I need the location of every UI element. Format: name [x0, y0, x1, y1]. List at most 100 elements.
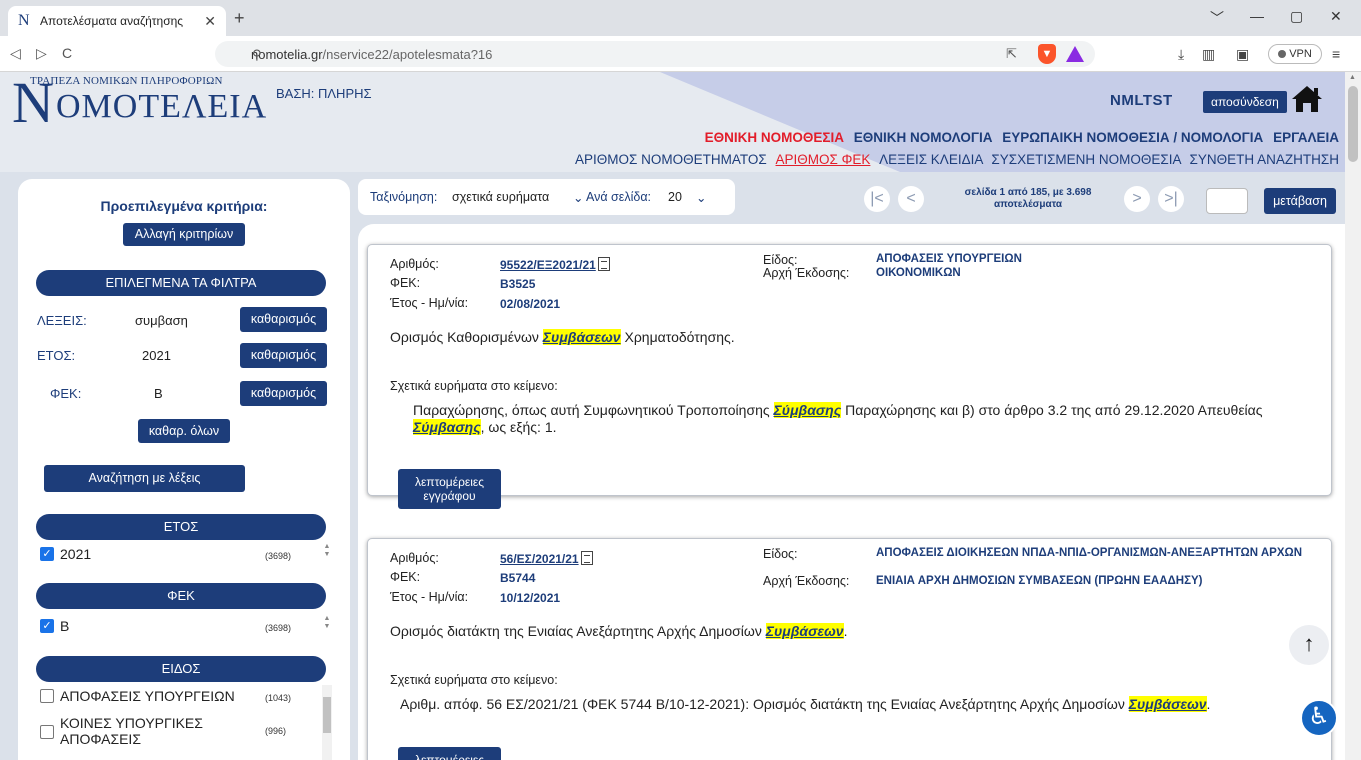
clear-fek-button[interactable]: καθαρισμός	[240, 381, 327, 406]
document-number-link[interactable]: 95522/ΕΞ2021/21	[500, 257, 610, 272]
subnav-keywords[interactable]: ΛΕΞΕΙΣ ΚΛΕΙΔΙΑ	[879, 152, 982, 167]
type-facet-scrollbar[interactable]	[322, 685, 332, 760]
minimize-icon[interactable]: —	[1250, 8, 1264, 24]
close-window-icon[interactable]: ✕	[1330, 8, 1342, 25]
fek-facet-count: (3698)	[265, 623, 292, 633]
result-card: Αριθμός: 56/ΕΣ/2021/21 ΦΕΚ: Β5744 Έτος -…	[367, 538, 1332, 760]
close-tab-icon[interactable]: ✕	[204, 13, 216, 30]
site-favicon: N	[18, 12, 30, 29]
url-host: nomotelia.gr	[251, 46, 323, 62]
change-criteria-button[interactable]: Αλλαγή κριτηρίων	[123, 223, 245, 246]
nav-national-legislation[interactable]: ΕΘΝΙΚΗ ΝΟΜΟΘΕΣΙΑ	[705, 130, 844, 145]
prev-page-icon[interactable]: <	[898, 186, 924, 212]
home-icon[interactable]	[1290, 84, 1324, 117]
scroll-to-top-button[interactable]: ↑	[1289, 625, 1329, 665]
type-checkbox[interactable]	[40, 689, 54, 703]
share-icon[interactable]: ⇱	[1006, 46, 1017, 62]
issuer-value: ΟΙΚΟΝΟΜΙΚΩΝ	[876, 267, 961, 279]
type-facet-count: (996)	[265, 726, 287, 736]
last-page-icon[interactable]: >|	[1158, 186, 1184, 212]
page-number-input[interactable]	[1206, 188, 1248, 214]
type-facet-item[interactable]: ΚΟΙΝΕΣ ΥΠΟΥΡΓΙΚΕΣ ΑΠΟΦΑΣΕΙΣ	[40, 715, 240, 747]
fek-facet-item[interactable]: ✓ Β	[40, 618, 69, 634]
browser-tab[interactable]: N Αποτελέσματα αναζήτησης ✕	[8, 6, 226, 36]
reload-icon[interactable]: C	[62, 45, 72, 61]
year-checkbox[interactable]: ✓	[40, 547, 54, 561]
issuer-label: Αρχή Έκδοσης:	[763, 266, 850, 280]
filter-panel: Προεπιλεγμένα κριτήρια: Αλλαγή κριτηρίων…	[18, 179, 350, 760]
document-icon[interactable]	[597, 257, 610, 271]
goto-page-button[interactable]: μετάβαση	[1264, 188, 1336, 214]
tab-list-icon[interactable]: ﹀	[1210, 8, 1224, 28]
username: NMLTST	[1110, 92, 1173, 109]
main-nav: ΕΘΝΙΚΗ ΝΟΜΟΘΕΣΙΑ ΕΘΝΙΚΗ ΝΟΜΟΛΟΓΙΑ ΕΥΡΩΠΑ…	[699, 130, 1339, 145]
document-number-link[interactable]: 56/ΕΣ/2021/21	[500, 551, 593, 566]
nav-national-case-law[interactable]: ΕΘΝΙΚΗ ΝΟΜΟΛΟΓΙΑ	[854, 130, 993, 145]
year-scroll-arrows[interactable]: ▲ ▼	[323, 543, 331, 559]
logout-button[interactable]: αποσύνδεση	[1203, 91, 1287, 113]
site-info-icon[interactable]: ⚲	[252, 47, 262, 63]
type-checkbox[interactable]	[40, 725, 54, 739]
document-details-button[interactable]: λεπτομέρειες	[398, 747, 501, 760]
download-icon[interactable]: ⤓	[1178, 46, 1184, 63]
menu-icon[interactable]: ≡	[1332, 46, 1340, 62]
fek-facet-header: ΦΕΚ	[36, 583, 326, 609]
sidebar-icon[interactable]: ▥	[1202, 46, 1215, 63]
first-page-icon[interactable]: |<	[864, 186, 890, 212]
date-label: Έτος - Ημ/νία:	[390, 296, 469, 310]
chevron-down-icon[interactable]: ⌄	[573, 190, 583, 205]
number-label: Αριθμός:	[390, 257, 439, 271]
page-scrollbar[interactable]: ▲	[1345, 72, 1361, 760]
new-tab-icon[interactable]: +	[234, 8, 245, 29]
subnav-advanced-search[interactable]: ΣΥΝΘΕΤΗ ΑΝΑΖΗΤΗΣΗ	[1190, 152, 1339, 167]
document-details-button[interactable]: λεπτομέρειες εγγράφου	[398, 469, 501, 509]
per-page-select[interactable]: 20	[668, 190, 682, 204]
tab-title: Αποτελέσματα αναζήτησης	[40, 14, 184, 28]
search-with-words-button[interactable]: Αναζήτηση με λέξεις	[44, 465, 245, 492]
nav-european-legislation[interactable]: ΕΥΡΩΠΑΙΚΗ ΝΟΜΟΘΕΣΙΑ / ΝΟΜΟΛΟΓΙΑ	[1002, 130, 1263, 145]
vpn-status-icon	[1278, 50, 1287, 58]
subnav-law-number[interactable]: ΑΡΙΘΜΟΣ ΝΟΜΟΘΕΤΗΜΑΤΟΣ	[575, 152, 767, 167]
fek-checkbox[interactable]: ✓	[40, 619, 54, 633]
fek-scroll-arrows[interactable]: ▲ ▼	[323, 615, 331, 631]
brave-shield-icon[interactable]: ▼	[1038, 44, 1056, 64]
accessibility-icon[interactable]: ♿	[1300, 699, 1338, 737]
document-title: Ορισμός Καθορισμένων Συμβάσεων Χρηματοδό…	[390, 329, 735, 345]
sort-select[interactable]: σχετικά ευρήματα	[452, 190, 549, 204]
clear-words-button[interactable]: καθαρισμός	[240, 307, 327, 332]
related-snippet: Παραχώρησης, όπως αυτή Συμφωνητικού Τροπ…	[413, 402, 1263, 435]
back-icon[interactable]: ◁	[10, 45, 21, 62]
filter-words-value: συμβαση	[135, 313, 188, 328]
vpn-label: VPN	[1289, 48, 1312, 60]
subnav-fek-number[interactable]: ΑΡΙΘΜΟΣ ΦΕΚ	[776, 152, 871, 167]
logo-wordmark: ΟΜΟΤΕΛΕΙΑ	[56, 88, 268, 125]
type-label: Είδος:	[763, 547, 798, 561]
clear-year-button[interactable]: καθαρισμός	[240, 343, 327, 368]
year-facet-label: 2021	[60, 546, 92, 562]
filter-year-label: ΕΤΟΣ:	[37, 348, 76, 363]
type-facet-label: ΑΠΟΦΑΣΕΙΣ ΥΠΟΥΡΓΕΙΩΝ	[60, 688, 235, 704]
url-field[interactable]: nomotelia.gr/nservice22/apotelesmata?16	[215, 41, 1095, 67]
sub-nav: ΑΡΙΘΜΟΣ ΝΟΜΟΘΕΤΗΜΑΤΟΣ ΑΡΙΘΜΟΣ ΦΕΚ ΛΕΞΕΙΣ…	[570, 152, 1339, 167]
brave-rewards-icon[interactable]	[1066, 46, 1084, 62]
chevron-down-icon[interactable]: ⌄	[696, 190, 706, 205]
subnav-related-legislation[interactable]: ΣΥΣΧΕΤΙΣΜΕΝΗ ΝΟΜΟΘΕΣΙΑ	[991, 152, 1180, 167]
wallet-icon[interactable]: ▣	[1236, 46, 1249, 63]
date-label: Έτος - Ημ/νία:	[390, 590, 469, 604]
document-icon[interactable]	[580, 551, 593, 565]
forward-icon[interactable]: ▷	[36, 45, 47, 62]
site-page: ΤΡΑΠΕΖΑ ΝΟΜΙΚΩΝ ΠΛΗΡΟΦΟΡΙΩΝ Ν ΟΜΟΤΕΛΕΙΑ …	[0, 72, 1345, 760]
restore-icon[interactable]: ▢	[1290, 8, 1303, 25]
next-page-icon[interactable]: >	[1124, 186, 1150, 212]
type-facet-item[interactable]: ΑΠΟΦΑΣΕΙΣ ΥΠΟΥΡΓΕΙΩΝ	[40, 688, 235, 704]
date-value: 10/12/2021	[500, 591, 561, 605]
url-path: /nservice22/apotelesmata?16	[322, 46, 493, 62]
sort-bar: Ταξινόμηση: σχετικά ευρήματα ⌄ Ανά σελίδ…	[358, 179, 735, 215]
nav-tools[interactable]: ΕΡΓΑΛΕΙΑ	[1273, 130, 1339, 145]
default-criteria-title: Προεπιλεγμένα κριτήρια:	[100, 198, 268, 214]
vpn-button[interactable]: VPN	[1268, 44, 1322, 64]
site-header: ΤΡΑΠΕΖΑ ΝΟΜΙΚΩΝ ΠΛΗΡΟΦΟΡΙΩΝ Ν ΟΜΟΤΕΛΕΙΑ …	[0, 72, 1345, 172]
clear-all-button[interactable]: καθαρ. όλων	[138, 419, 230, 443]
year-facet-count: (3698)	[265, 551, 292, 561]
year-facet-item[interactable]: ✓ 2021	[40, 546, 91, 562]
